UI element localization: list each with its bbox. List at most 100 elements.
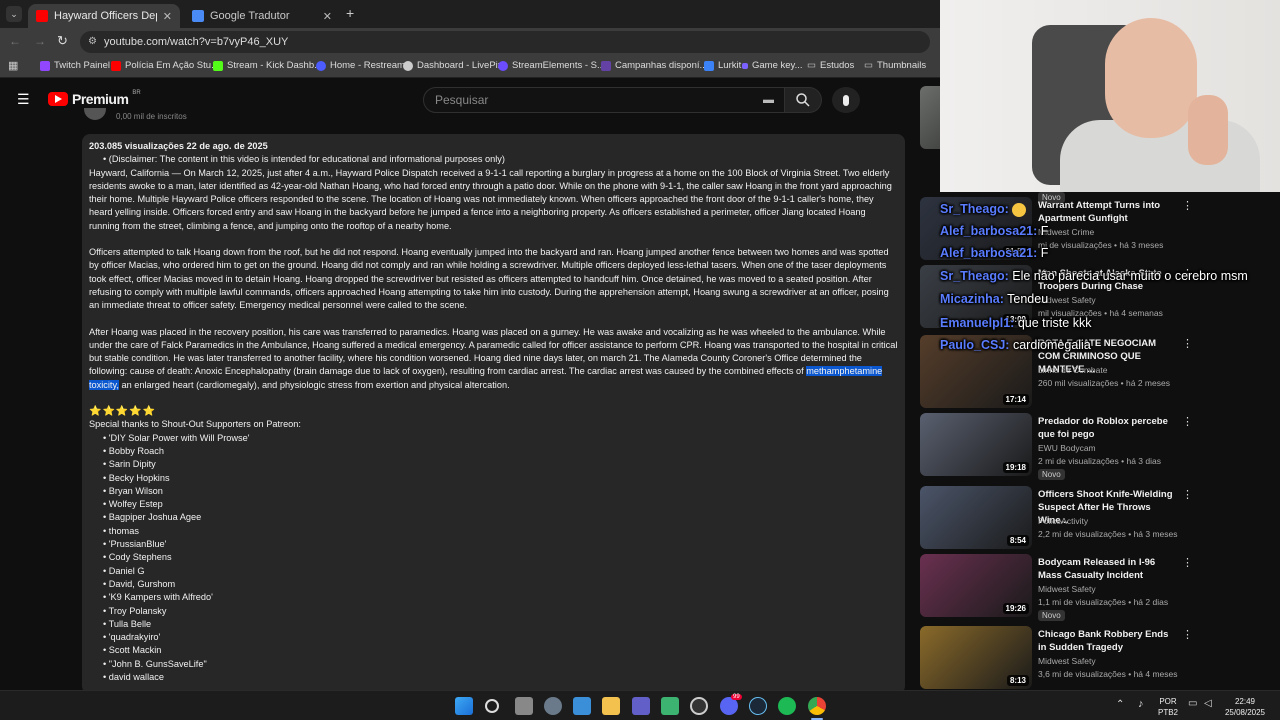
- voice-search-button[interactable]: [832, 87, 860, 113]
- chat-text: cardiomegalia: [1012, 338, 1091, 352]
- search-placeholder: Pesquisar: [435, 93, 489, 107]
- video-meta: 2,2 mi de visualizações • há 3 meses: [1038, 529, 1178, 539]
- more-options-icon[interactable]: ⋮: [1182, 556, 1193, 569]
- channel-name[interactable]: PoliceActivity: [1038, 516, 1088, 526]
- video-title[interactable]: Predador do Roblox percebe que foi pego: [1038, 415, 1178, 441]
- apps-grid-icon[interactable]: ▦: [8, 59, 18, 72]
- video-title[interactable]: Warrant Attempt Turns into Apartment Gun…: [1038, 199, 1178, 225]
- youtube-premium-logo[interactable]: Premium BR: [48, 90, 141, 107]
- photos-icon[interactable]: [573, 697, 591, 715]
- bookmark-policia[interactable]: Polícia Em Ação Stu...: [111, 60, 219, 71]
- chat-username: Paulo_CSJ:: [940, 338, 1010, 352]
- bookmark-folder-thumbnails[interactable]: ▭ Thumbnails: [864, 60, 926, 71]
- monitor-icon[interactable]: ▭: [1188, 698, 1197, 709]
- supporter-item: • Cody Stephens: [103, 552, 172, 563]
- supporter-name: 'PrussianBlue': [108, 539, 167, 550]
- clock[interactable]: 22:49 25/08/2025: [1222, 696, 1268, 718]
- chat-username: Micazinha:: [940, 292, 1004, 306]
- bookmark-label: Dashboard - LivePix: [417, 60, 503, 71]
- obs-icon[interactable]: [690, 697, 708, 715]
- supporter-item: • Scott Mackin: [103, 645, 162, 656]
- tab-youtube-video[interactable]: Hayward Officers Deploy Taser ✕: [28, 4, 180, 28]
- show-hidden-icons-icon[interactable]: ⌃: [1116, 699, 1124, 710]
- translate-favicon-icon: [192, 10, 204, 22]
- tab-google-tradutor[interactable]: Google Tradutor ✕: [184, 4, 340, 28]
- channel-name[interactable]: Linha de Combate: [1038, 365, 1107, 375]
- new-badge: Novo: [1038, 469, 1065, 480]
- tab-list-button[interactable]: ⌄: [6, 6, 22, 22]
- description-paragraph-3: After Hoang was placed in the recovery p…: [89, 326, 898, 392]
- language-indicator[interactable]: POR PTB2: [1156, 696, 1180, 718]
- settings-icon[interactable]: [544, 697, 562, 715]
- url-field[interactable]: ⚙ youtube.com/watch?v=b7vyP46_XUY: [80, 31, 930, 53]
- video-title[interactable]: Bodycam Released in I-96 Mass Casualty I…: [1038, 556, 1178, 582]
- phone-link-icon[interactable]: [661, 697, 679, 715]
- back-icon[interactable]: ←: [9, 34, 21, 48]
- hamburger-menu-icon[interactable]: ☰: [17, 91, 30, 108]
- supporter-item: • Daniel G: [103, 565, 145, 576]
- bookmark-lurkit[interactable]: Lurkit: [704, 60, 741, 71]
- streamer-head: [1105, 18, 1197, 138]
- steam-icon[interactable]: [749, 697, 767, 715]
- video-thumbnail[interactable]: 19:18: [920, 413, 1032, 476]
- site-info-icon[interactable]: ⚙: [88, 31, 97, 53]
- bookmark-folder-estudos[interactable]: ▭ Estudos: [807, 60, 854, 71]
- microphone-icon: [843, 94, 849, 106]
- search-button[interactable]: [785, 87, 822, 113]
- supporter-name: Tulla Belle: [108, 618, 152, 629]
- search-input[interactable]: Pesquisar ▬: [423, 87, 785, 113]
- more-options-icon[interactable]: ⋮: [1182, 488, 1193, 501]
- chat-username: Alef_barbosa21:: [940, 246, 1038, 260]
- more-options-icon[interactable]: ⋮: [1182, 415, 1193, 428]
- more-options-icon[interactable]: ⋮: [1182, 628, 1193, 641]
- close-tab-icon[interactable]: ✕: [323, 10, 332, 23]
- chrome-icon[interactable]: [808, 697, 826, 715]
- channel-name[interactable]: Midwest Safety: [1038, 656, 1096, 666]
- supporter-name: 'DIY Solar Power with Will Prowse': [108, 432, 250, 443]
- key-icon: [742, 62, 748, 69]
- video-title[interactable]: Chicago Bank Robbery Ends in Sudden Trag…: [1038, 628, 1178, 654]
- file-explorer-icon[interactable]: [602, 697, 620, 715]
- video-thumbnail[interactable]: 19:26: [920, 554, 1032, 617]
- star-emojis: ⭐⭐⭐⭐⭐: [89, 406, 157, 418]
- video-thumbnail[interactable]: 8:13: [920, 626, 1032, 689]
- supporter-item: • Bobby Roach: [103, 445, 164, 456]
- forward-icon[interactable]: →: [34, 34, 46, 48]
- supporter-name: Wolfey Estep: [108, 499, 163, 510]
- bookmark-gamekey[interactable]: Game key...: [742, 60, 803, 71]
- close-tab-icon[interactable]: ✕: [163, 10, 172, 23]
- tab-label: Hayward Officers Deploy Taser: [54, 10, 157, 22]
- supporter-item: • Bagpiper Joshua Agee: [103, 512, 202, 523]
- campaign-icon: [601, 60, 611, 71]
- search-taskbar-icon[interactable]: [485, 699, 499, 713]
- supporter-item: • david wallace: [103, 671, 164, 682]
- chat-username: Emanuelpl1:: [940, 316, 1015, 330]
- windows-start-icon[interactable]: [455, 697, 473, 715]
- spotify-icon[interactable]: [778, 697, 796, 715]
- bookmark-twitch[interactable]: Twitch Painel: [40, 60, 110, 71]
- more-options-icon[interactable]: ⋮: [1182, 337, 1193, 350]
- bookmark-livepix[interactable]: Dashboard - LivePix: [403, 60, 503, 71]
- channel-name[interactable]: Midwest Safety: [1038, 584, 1096, 594]
- supporter-item: • "John B. GunsSaveLife": [103, 658, 207, 669]
- volume-icon[interactable]: ◁: [1204, 698, 1212, 709]
- more-options-icon[interactable]: ⋮: [1182, 199, 1193, 212]
- video-thumbnail[interactable]: 8:54: [920, 486, 1032, 549]
- supporter-name: Bobby Roach: [108, 445, 164, 456]
- supporter-name: thomas: [108, 525, 139, 536]
- channel-name[interactable]: EWU Bodycam: [1038, 443, 1096, 453]
- bookmark-kick[interactable]: Stream - Kick Dashb...: [213, 60, 322, 71]
- reload-icon[interactable]: ↻: [57, 33, 68, 49]
- supporter-item: • 'quadrakyiro': [103, 632, 161, 643]
- app-icon[interactable]: [632, 697, 650, 715]
- video-meta: mi de visualizações • há 3 meses: [1038, 240, 1164, 250]
- keyboard-icon[interactable]: ▬: [763, 88, 774, 112]
- folder-icon: ▭: [864, 60, 873, 71]
- bookmark-streamelements[interactable]: StreamElements - S...: [498, 60, 605, 71]
- bookmark-restream[interactable]: Home - Restream: [316, 60, 405, 71]
- microphone-tray-icon[interactable]: ♪: [1138, 698, 1144, 710]
- video-description[interactable]: 203.085 visualizações 22 de ago. de 2025…: [82, 134, 905, 694]
- task-view-icon[interactable]: [515, 697, 533, 715]
- new-tab-button[interactable]: +: [346, 5, 354, 21]
- bookmark-campanhas[interactable]: Campanhas disponí...: [601, 60, 707, 71]
